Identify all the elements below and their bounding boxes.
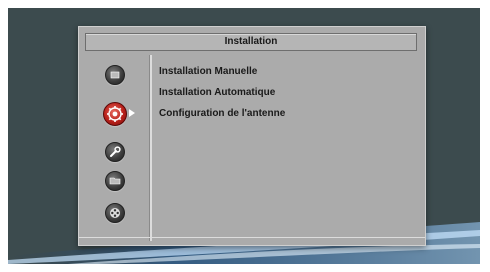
panel-title: Installation [85, 33, 417, 51]
tv-icon[interactable] [105, 65, 125, 85]
installation-panel: Installation Installation Manuelle Insta… [78, 26, 426, 246]
folder-icon[interactable] [105, 171, 125, 191]
column-divider [149, 55, 152, 241]
menu-item-installation-manuelle[interactable]: Installation Manuelle [159, 65, 257, 79]
film-reel-icon[interactable] [105, 203, 125, 223]
tv-screen: Installation Installation Manuelle Insta… [8, 8, 480, 264]
satellite-dish-icon[interactable] [103, 102, 127, 126]
bottom-divider [79, 237, 425, 238]
menu-item-installation-automatique[interactable]: Installation Automatique [159, 86, 275, 100]
selection-arrow-icon [129, 109, 135, 117]
menu-item-configuration-antenne[interactable]: Configuration de l'antenne [159, 107, 285, 121]
wrench-icon[interactable] [105, 142, 125, 162]
